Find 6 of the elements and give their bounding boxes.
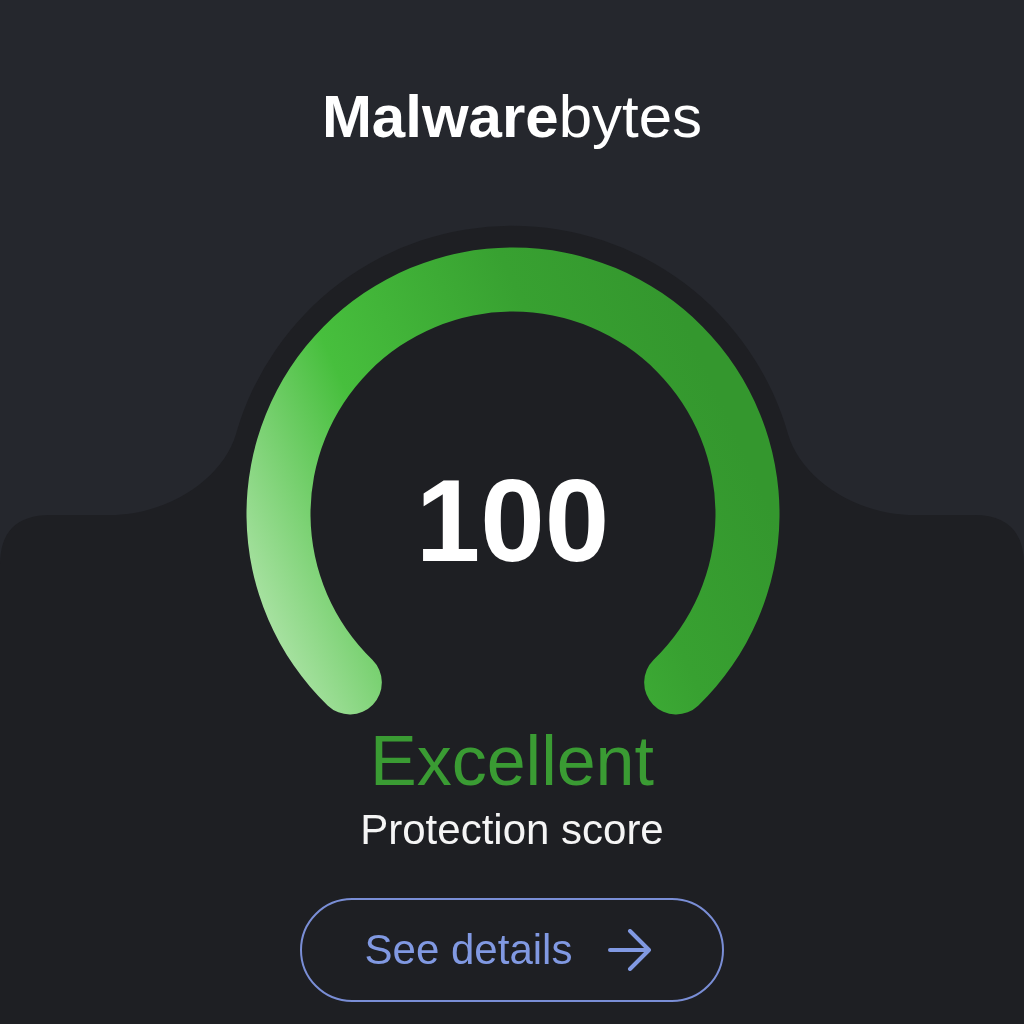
logo-wordmark: Malwarebytes bbox=[321, 82, 703, 152]
arrow-right-icon bbox=[608, 929, 653, 972]
score-caption: Protection score bbox=[360, 805, 664, 855]
score-value: 100 bbox=[415, 463, 610, 579]
rating-label: Excellent bbox=[369, 721, 654, 802]
see-details-button[interactable]: See details bbox=[299, 898, 725, 1003]
